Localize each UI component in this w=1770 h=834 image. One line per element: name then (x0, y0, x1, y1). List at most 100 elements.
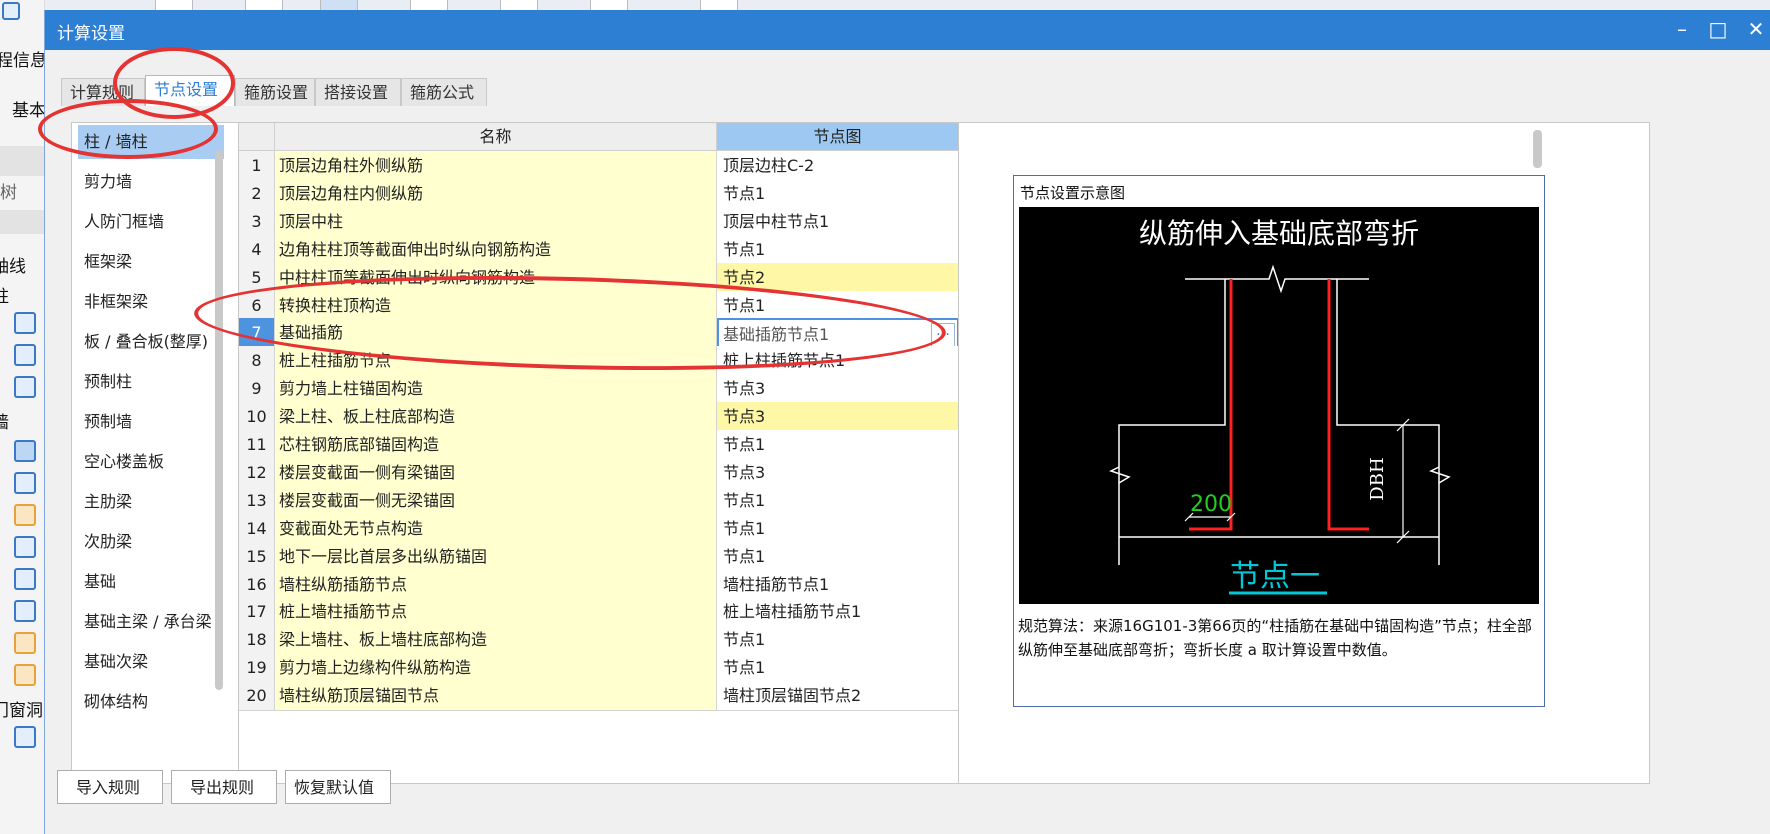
table-row[interactable]: 10 梁上柱、板上柱底部构造 节点3 (239, 402, 959, 433)
browse-node-button[interactable]: … (931, 323, 955, 347)
row-node-value[interactable]: 节点3 (717, 402, 959, 433)
row-node-value[interactable]: 桩上柱插筋节点1 (717, 346, 959, 377)
door-icon[interactable] (14, 632, 36, 654)
table-row[interactable]: 14 变截面处无节点构造 节点1 (239, 513, 959, 544)
row-node-value[interactable]: 节点1 (717, 234, 959, 265)
row-node-value[interactable]: 节点1 (717, 178, 959, 209)
dialog-titlebar[interactable]: 计算设置 – □ ✕ (45, 10, 1770, 50)
table-row[interactable]: 16 墙柱纵筋插筋节点 墙柱插筋节点1 (239, 569, 959, 600)
diagram-break-line (1185, 264, 1369, 294)
frame-icon[interactable] (14, 472, 36, 494)
category-item[interactable]: 预制柱 (78, 365, 224, 399)
stair-icon[interactable] (14, 536, 36, 558)
row-index: 16 (239, 569, 275, 600)
row-name: 剪力墙上柱锚固构造 (275, 374, 717, 405)
table-row[interactable]: 19 剪力墙上边缘构件纵筋构造 节点1 (239, 653, 959, 684)
tab-stirrup-formula[interactable]: 箍筋公式 (401, 78, 487, 106)
category-item[interactable]: 人防门框墙 (78, 205, 224, 239)
category-item[interactable]: 主肋梁 (78, 485, 224, 519)
row-index: 13 (239, 485, 275, 516)
table-row[interactable]: 3 顶层中柱 顶层中柱节点1 (239, 206, 959, 237)
minimize-button[interactable]: – (1665, 14, 1699, 44)
row-node-value[interactable]: 节点1 (717, 513, 959, 544)
maximize-button[interactable]: □ (1701, 14, 1735, 44)
table-row[interactable]: 11 芯柱钢筋底部锚固构造 节点1 (239, 430, 959, 460)
row-node-value[interactable]: 节点1 (717, 485, 959, 516)
box-icon[interactable] (14, 600, 36, 622)
table-row[interactable]: 2 顶层边角柱内侧纵筋 节点1 (239, 178, 959, 209)
category-item[interactable]: 框架梁 (78, 245, 224, 279)
category-item[interactable]: 次肋梁 (78, 525, 224, 559)
row-node-value[interactable]: 基础插筋节点1… (717, 318, 959, 349)
tab-lap-settings[interactable]: 搭接设置 (315, 78, 401, 106)
row-node-text: 节点1 (723, 183, 766, 203)
row-node-value[interactable]: 节点1 (717, 541, 959, 572)
row-name: 楼层变截面一侧有梁锚固 (275, 457, 717, 488)
row-index: 9 (239, 374, 275, 405)
category-scrollbar[interactable] (215, 150, 223, 690)
row-node-value[interactable]: 墙柱插筋节点1 (717, 569, 959, 600)
table-row[interactable]: 7 基础插筋 基础插筋节点1… (239, 318, 959, 349)
brick-icon[interactable] (14, 504, 36, 526)
table-row[interactable]: 8 桩上柱插筋节点 桩上柱插筋节点1 (239, 346, 959, 377)
row-index: 15 (239, 541, 275, 572)
row-node-value[interactable]: 节点3 (717, 457, 959, 488)
wall-icon[interactable] (14, 440, 36, 462)
row-node-text: 顶层中柱节点1 (723, 211, 830, 231)
category-item[interactable]: 基础次梁 (78, 645, 224, 679)
grid-icon[interactable] (14, 568, 36, 590)
row-node-value[interactable]: 桩上墙柱插筋节点1 (717, 597, 959, 628)
category-item[interactable]: 空心楼盖板 (78, 445, 224, 479)
category-item[interactable]: 剪力墙 (78, 165, 224, 199)
opening-icon[interactable] (14, 726, 36, 748)
row-node-value[interactable]: 节点3 (717, 374, 959, 405)
category-item[interactable]: 砌体结构 (78, 685, 224, 719)
table-row[interactable]: 12 楼层变截面一侧有梁锚固 节点3 (239, 457, 959, 488)
tab-calc-rules[interactable]: 计算规则 (61, 78, 145, 106)
table-row[interactable]: 9 剪力墙上柱锚固构造 节点3 (239, 374, 959, 405)
table-row[interactable]: 15 地下一层比首层多出纵筋锚固 节点1 (239, 541, 959, 572)
row-node-text: 节点1 (723, 435, 766, 454)
column-base-icon[interactable] (14, 376, 36, 398)
category-item[interactable]: 柱 / 墙柱 (78, 125, 224, 159)
table-row[interactable]: 18 梁上墙柱、板上墙柱底部构造 节点1 (239, 625, 959, 656)
row-node-value[interactable]: 顶层中柱节点1 (717, 206, 959, 237)
row-node-value[interactable]: 节点1 (717, 653, 959, 684)
restore-defaults-button[interactable]: 恢复默认值 (285, 770, 391, 804)
row-index: 8 (239, 346, 275, 377)
row-name: 芯柱钢筋底部锚固构造 (275, 430, 717, 460)
file-icon (2, 2, 20, 20)
table-row[interactable]: 4 边角柱柱顶等截面伸出时纵向钢筋构造 节点1 (239, 234, 959, 265)
category-item[interactable]: 板 / 叠合板(整厚) (78, 325, 224, 359)
row-name: 地下一层比首层多出纵筋锚固 (275, 541, 717, 572)
category-item[interactable]: 预制墙 (78, 405, 224, 439)
column-icon[interactable] (14, 312, 36, 334)
import-rules-button[interactable]: 导入规则 (57, 770, 163, 804)
preview-scrollbar[interactable] (1533, 130, 1542, 168)
row-node-value[interactable]: 顶层边柱C-2 (717, 151, 959, 181)
row-node-value[interactable]: 节点1 (717, 290, 959, 321)
category-item[interactable]: 基础 (78, 565, 224, 599)
tab-node-settings[interactable]: 节点设置 (145, 75, 235, 106)
close-button[interactable]: ✕ (1739, 14, 1770, 44)
category-item[interactable]: 非框架梁 (78, 285, 224, 319)
bg-label: 柱 (0, 287, 9, 307)
column-cap-icon[interactable] (14, 344, 36, 366)
table-row[interactable]: 5 中柱柱顶等截面伸出时纵向钢筋构造 节点2 (239, 262, 959, 293)
table-row[interactable]: 20 墙柱纵筋顶层锚固节点 墙柱顶层锚固节点2 (239, 681, 959, 712)
category-item[interactable]: 基础主梁 / 承台梁 (78, 605, 224, 639)
tab-stirrup-settings[interactable]: 箍筋设置 (235, 78, 315, 106)
row-node-value[interactable]: 节点1 (717, 430, 959, 460)
row-node-value[interactable]: 节点1 (717, 625, 959, 656)
table-row[interactable]: 1 顶层边角柱外侧纵筋 顶层边柱C-2 (239, 151, 959, 181)
export-rules-button[interactable]: 导出规则 (171, 770, 277, 804)
table-row[interactable]: 13 楼层变截面一侧无梁锚固 节点1 (239, 485, 959, 516)
table-row[interactable]: 6 转换柱柱顶构造 节点1 (239, 290, 959, 321)
bg-label: 门窗洞 (0, 701, 43, 721)
row-node-value[interactable]: 墙柱顶层锚固节点2 (717, 681, 959, 712)
row-index: 19 (239, 653, 275, 684)
row-node-value[interactable]: 节点2 (717, 262, 959, 293)
table-row[interactable]: 17 桩上墙柱插筋节点 桩上墙柱插筋节点1 (239, 597, 959, 628)
row-node-text: 节点2 (723, 267, 766, 287)
window-icon[interactable] (14, 664, 36, 686)
